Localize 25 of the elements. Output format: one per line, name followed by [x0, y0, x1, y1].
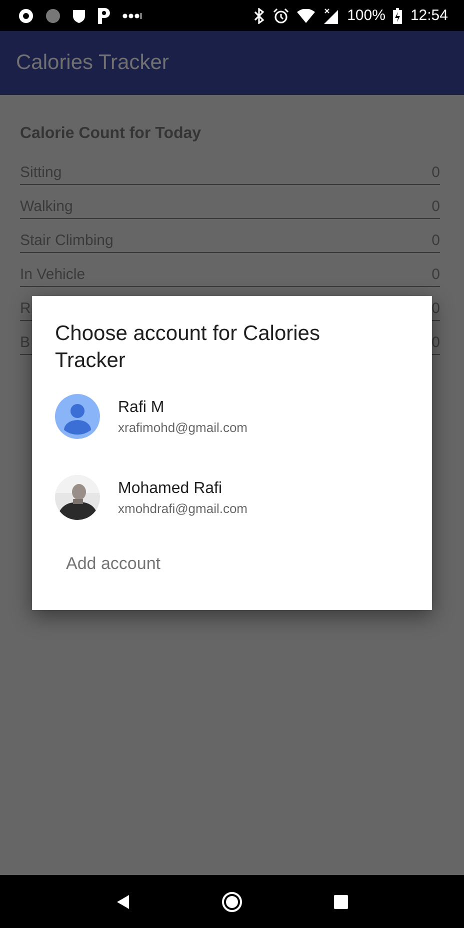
shield-icon — [72, 8, 86, 24]
alarm-icon — [273, 8, 290, 24]
back-icon[interactable] — [116, 894, 130, 910]
account-item[interactable]: Mohamed Rafi xmohdrafi@gmail.com — [55, 475, 406, 520]
recents-icon[interactable] — [334, 894, 348, 908]
add-account-button[interactable]: Add account — [54, 549, 173, 579]
avatar-icon — [55, 394, 100, 439]
account-item[interactable]: Rafi M xrafimohd@gmail.com — [55, 394, 406, 439]
bluetooth-icon — [253, 8, 266, 24]
account-email: xmohdrafi@gmail.com — [118, 500, 248, 516]
clock-time: 12:54 — [410, 7, 448, 24]
account-email: xrafimohd@gmail.com — [118, 420, 248, 434]
dialog-title: Choose account for Calories Tracker — [55, 321, 321, 374]
battery-level: 100% — [347, 7, 386, 24]
record-icon — [18, 8, 34, 24]
dot-icon — [45, 8, 61, 24]
account-name: Mohamed Rafi — [118, 480, 224, 498]
battery-charging-icon — [393, 8, 402, 24]
account-name: Rafi M — [118, 398, 166, 416]
home-icon[interactable] — [220, 890, 243, 912]
signal-icon — [323, 8, 340, 24]
parking-icon — [97, 6, 111, 24]
app-title: Calories Tracker — [16, 51, 169, 75]
more-icon — [122, 12, 142, 20]
wifi-icon — [297, 8, 316, 22]
